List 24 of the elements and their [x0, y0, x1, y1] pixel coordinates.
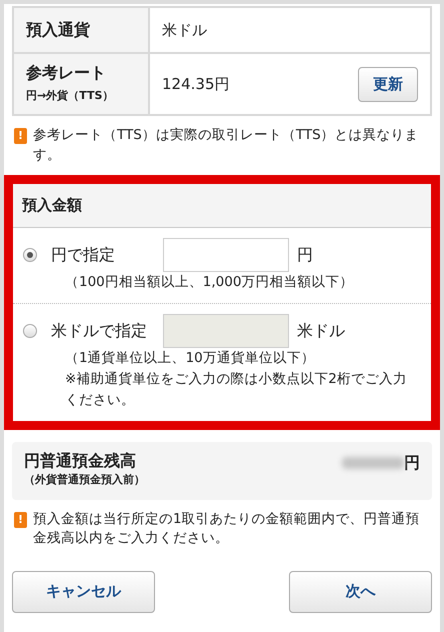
- table-header-cell: 預入通貨: [13, 7, 149, 53]
- hint-text: （1通貨単位以上、10万通貨単位以下）: [65, 349, 316, 368]
- table-header-cell: 参考レート 円→外貨（TTS）: [13, 53, 149, 115]
- next-button[interactable]: 次へ: [289, 570, 432, 613]
- note-text: 預入金額は当行所定の1取引あたりの金額範囲内で、円普通預金残高以内をご入力ください。: [33, 510, 421, 548]
- table-cell: 124.35円 更新: [149, 53, 431, 115]
- warning-icon: !: [14, 128, 27, 144]
- amount-field[interactable]: [163, 238, 289, 272]
- table-cell: 米ドル: [149, 7, 431, 53]
- warning-icon: !: [14, 512, 27, 528]
- refresh-button[interactable]: 更新: [358, 66, 418, 102]
- hint-text: （100円相当額以上、1,000万円相当額以下）: [65, 273, 354, 292]
- radio-button[interactable]: [23, 248, 37, 262]
- cancel-button[interactable]: キャンセル: [12, 570, 155, 613]
- hint-text: ※補助通貨単位をご入力の際は小数点以下2桁でご入力ください。: [65, 370, 408, 410]
- unit-label: 円: [404, 452, 420, 474]
- balance-sublabel: （外貨普通預金預入前）: [24, 472, 145, 487]
- unit-label: 円: [297, 244, 313, 266]
- option-label[interactable]: 円で指定: [51, 244, 163, 266]
- unit-label: 米ドル: [297, 320, 345, 342]
- balance-label: 円普通預金残高: [24, 450, 137, 472]
- section-title: 預入金額: [22, 196, 82, 214]
- note-text: 参考レート（TTS）は実際の取引レート（TTS）とは異なります。: [33, 126, 420, 165]
- redacted-value: [342, 457, 404, 470]
